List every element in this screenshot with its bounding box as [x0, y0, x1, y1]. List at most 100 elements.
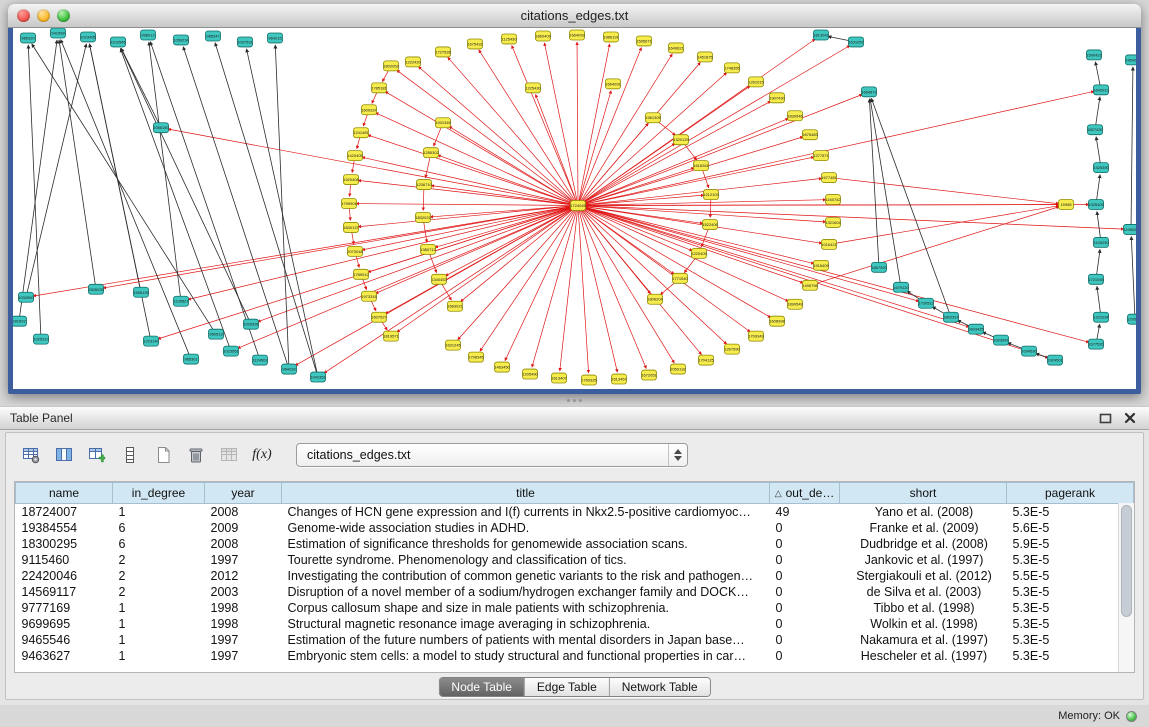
table-vertical-scrollbar[interactable]: [1118, 503, 1134, 672]
graph-node[interactable]: 1915409: [813, 260, 829, 270]
graph-node[interactable]: 1340453: [431, 274, 447, 284]
graph-node[interactable]: 1124503: [252, 355, 268, 365]
graph-node[interactable]: 1923541: [993, 335, 1009, 345]
graph-node[interactable]: 1425390: [1093, 163, 1109, 173]
graph-node[interactable]: 1025395: [243, 319, 259, 329]
graph-node[interactable]: 1023561: [223, 346, 239, 356]
close-panel-button[interactable]: [1121, 409, 1139, 427]
network-graph-canvas[interactable]: 1724045 1802052 1785181 1609337 1241481 14204…: [13, 28, 1136, 389]
graph-node[interactable]: 1495798: [802, 280, 818, 290]
graph-node[interactable]: 1827430: [1087, 125, 1103, 135]
graph-node[interactable]: 1677481: [821, 173, 837, 183]
graph-node[interactable]: 1102546: [110, 37, 126, 47]
graph-node[interactable]: 1785181: [371, 83, 387, 93]
graph-node[interactable]: 1813042: [813, 30, 829, 40]
graph-node[interactable]: 1590423: [1086, 50, 1102, 60]
graph-node[interactable]: 1642013: [1093, 85, 1109, 95]
graph-node[interactable]: 1241481: [353, 128, 369, 138]
graph-node[interactable]: 1277571: [813, 151, 829, 161]
graph-node[interactable]: 1598125: [133, 287, 149, 297]
graph-node[interactable]: 1830137: [343, 222, 359, 232]
graph-node[interactable]: 1220409: [691, 248, 707, 258]
column-header-pagerank[interactable]: pagerank: [1007, 483, 1134, 504]
graph-node[interactable]: 1802052: [383, 61, 399, 71]
column-header-in_degree[interactable]: in_degree: [113, 483, 205, 504]
graph-node[interactable]: 2058150: [153, 123, 169, 133]
tab-edge-table[interactable]: Edge Table: [524, 678, 609, 696]
graph-node[interactable]: 1236710: [416, 180, 432, 190]
graph-node[interactable]: 1679120: [893, 282, 909, 292]
graph-node[interactable]: 1724045: [570, 201, 586, 211]
graph-node[interactable]: 1799901: [341, 199, 357, 209]
graph-node[interactable]: 1986191: [603, 32, 619, 42]
graph-node[interactable]: 1212103: [703, 190, 719, 200]
graph-node[interactable]: 1195023: [1123, 224, 1136, 234]
graph-node[interactable]: 964230: [282, 364, 297, 374]
table-row[interactable]: 977716911998Corpus callosum shape and si…: [16, 600, 1134, 616]
graph-node[interactable]: 1675483: [802, 130, 818, 140]
graph-node[interactable]: 1664091: [605, 79, 621, 89]
graph-node[interactable]: 2526035: [88, 284, 104, 294]
graph-node[interactable]: 1222420: [405, 57, 421, 67]
graph-node[interactable]: 964215: [268, 33, 283, 43]
graph-node[interactable]: 1613407: [551, 373, 567, 383]
graph-node[interactable]: 1420405: [347, 151, 363, 161]
graph-node[interactable]: 1023495: [80, 32, 96, 42]
graph-node[interactable]: 1221034: [1093, 312, 1109, 322]
graph-node[interactable]: 1135821: [173, 296, 189, 306]
table-row[interactable]: 1456911722003Disruption of a novel membe…: [16, 584, 1134, 600]
table-row[interactable]: 969969511998Structural magnetic resonanc…: [16, 616, 1134, 632]
graph-node[interactable]: 1056234: [173, 35, 189, 45]
function-builder-button[interactable]: f(x): [247, 441, 277, 469]
graph-node[interactable]: 950513: [209, 329, 224, 339]
graph-node[interactable]: 1609337: [361, 105, 377, 115]
graph-node[interactable]: 1042351: [310, 372, 326, 382]
graph-node[interactable]: 1616261: [693, 161, 709, 171]
graph-node[interactable]: 1295302: [1127, 314, 1136, 324]
graph-node[interactable]: 1522406: [702, 219, 718, 229]
graph-node[interactable]: 1607527: [371, 312, 387, 322]
table-mode-button[interactable]: [16, 441, 46, 469]
graph-node[interactable]: 15958: [1059, 200, 1074, 210]
graph-node[interactable]: 985301: [184, 354, 199, 364]
delete-button[interactable]: [181, 441, 211, 469]
close-window-button[interactable]: [17, 9, 30, 22]
graph-node[interactable]: 1769325: [581, 375, 597, 385]
graph-node[interactable]: 2050132: [670, 364, 686, 374]
graph-node[interactable]: 991502: [13, 316, 27, 326]
graph-node[interactable]: 1025310: [33, 334, 49, 344]
graph-node[interactable]: 1595671: [636, 36, 652, 46]
graph-node[interactable]: 1097531: [237, 37, 253, 47]
graph-node[interactable]: 1819571: [383, 331, 399, 341]
graph-node[interactable]: 1961305: [645, 113, 661, 123]
graph-node[interactable]: 1603425: [968, 324, 984, 334]
graph-node[interactable]: 1832021: [415, 212, 431, 222]
graph-node[interactable]: 941568: [51, 28, 66, 38]
rows-button[interactable]: [115, 441, 145, 469]
graph-node[interactable]: 1094530: [1021, 346, 1037, 356]
graph-node[interactable]: 1608998: [769, 316, 785, 326]
graph-node[interactable]: 1854021: [1125, 55, 1136, 65]
graph-node[interactable]: 985320: [21, 33, 36, 43]
window-titlebar[interactable]: citations_edges.txt: [8, 4, 1141, 28]
graph-node[interactable]: 1860409: [535, 31, 551, 41]
graph-node[interactable]: 1830546: [787, 111, 803, 121]
graph-node[interactable]: 1771540: [672, 273, 688, 283]
graph-node[interactable]: 1973315: [361, 291, 377, 301]
graph-node[interactable]: 1261015: [748, 77, 764, 87]
graph-node[interactable]: 1125430: [501, 34, 517, 44]
table-row[interactable]: 911546021997Tourette syndrome. Phenomeno…: [16, 552, 1134, 568]
graph-node[interactable]: 1513457: [611, 374, 627, 384]
graph-node[interactable]: 1789012: [353, 269, 369, 279]
column-header-out_de[interactable]: △out_de…: [770, 483, 840, 504]
graph-node[interactable]: 1631245: [445, 340, 461, 350]
graph-node[interactable]: 1285302: [423, 148, 439, 158]
graph-node[interactable]: 1709349: [748, 331, 764, 341]
graph-node[interactable]: 1463450: [494, 362, 510, 372]
graph-node[interactable]: 1649621: [668, 43, 684, 53]
import-table-button[interactable]: [214, 441, 244, 469]
graph-node[interactable]: 1325409: [1088, 200, 1104, 210]
scrollbar-thumb[interactable]: [1121, 505, 1132, 617]
table-row[interactable]: 946362711997Embryonic stem cells: a mode…: [16, 648, 1134, 664]
graph-node[interactable]: 1451875: [697, 52, 713, 62]
